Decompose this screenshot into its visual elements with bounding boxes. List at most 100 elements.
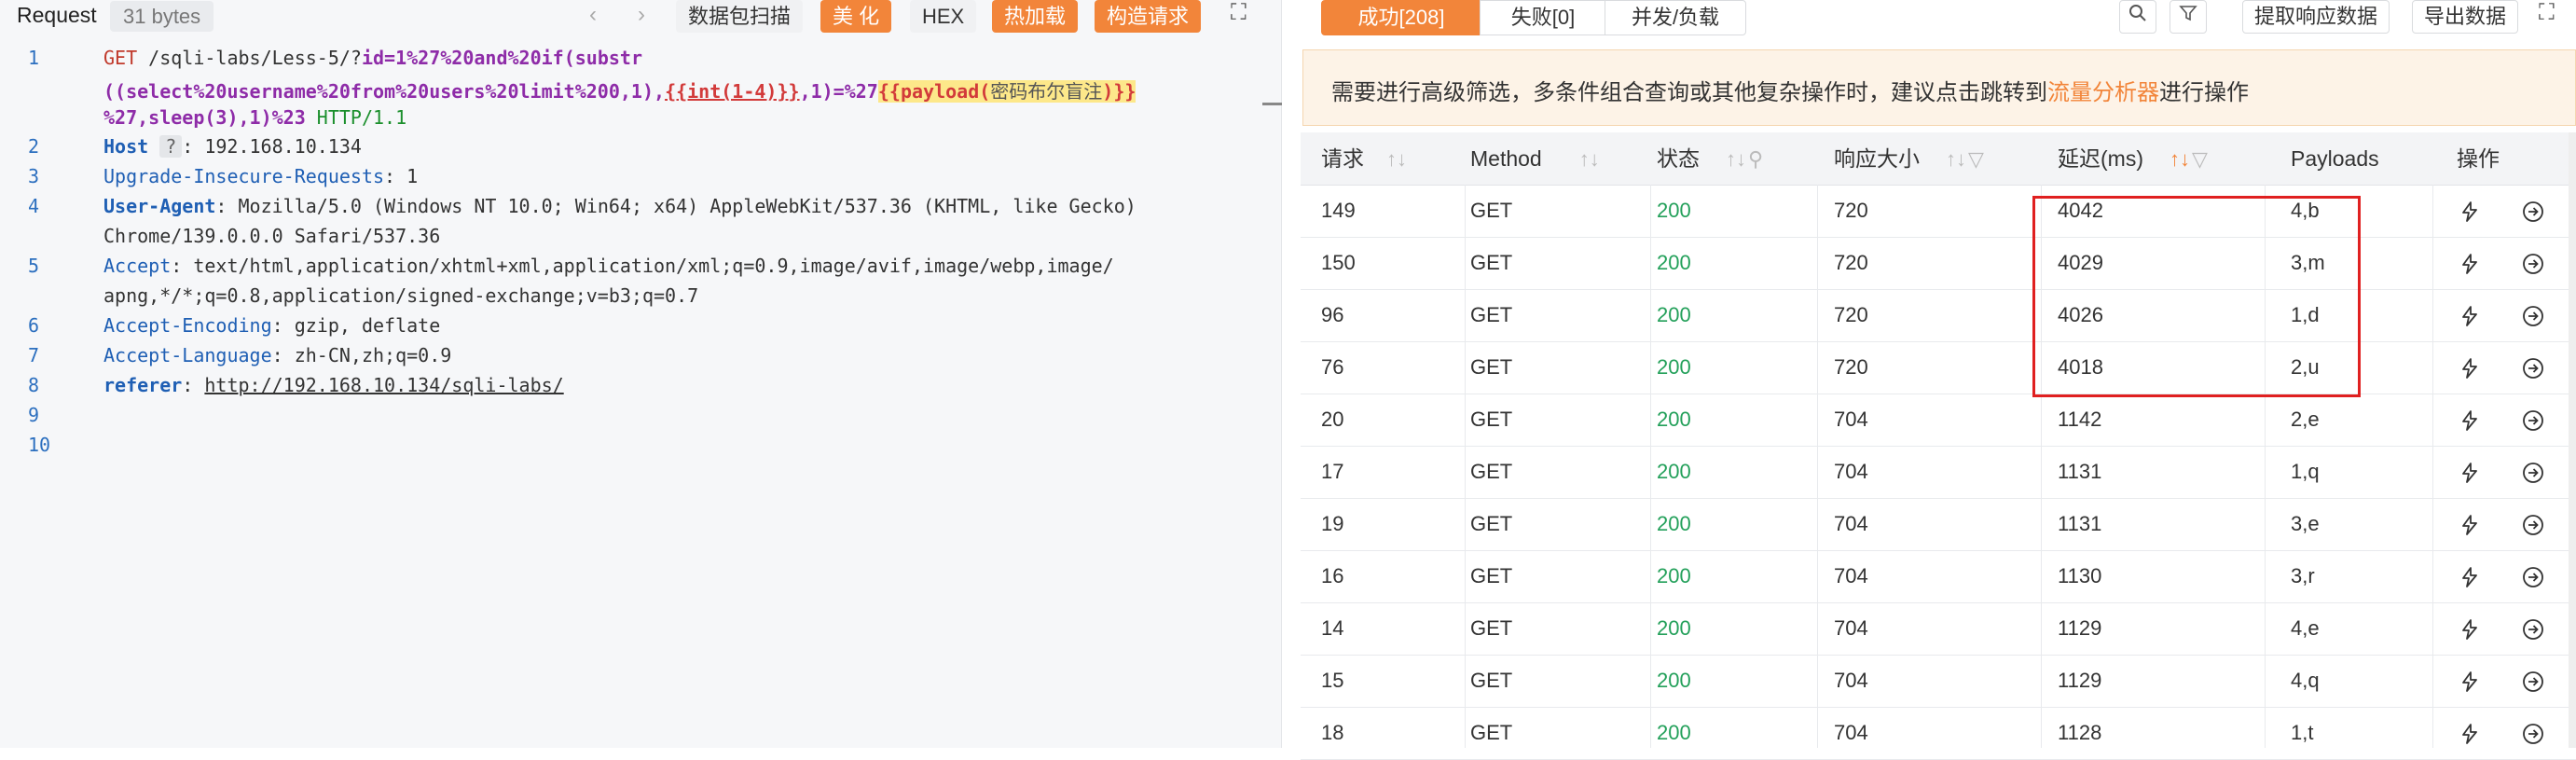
lightning-icon[interactable]	[2461, 550, 2478, 602]
sort-icon[interactable]: ↑↓	[1579, 147, 1600, 171]
header-value: Chrome/139.0.0.0 Safari/537.36	[103, 225, 441, 247]
arrow-right-circle-icon[interactable]	[2522, 550, 2544, 602]
arrow-right-circle-icon[interactable]	[2522, 707, 2544, 759]
beautify-button[interactable]: 美 化	[820, 0, 892, 33]
arrow-right-circle-icon[interactable]	[2522, 655, 2544, 707]
tab-success[interactable]: 成功[208]	[1321, 0, 1481, 35]
table-row[interactable]: 17 GET 200 704 1131 1,q	[1301, 446, 2576, 499]
lightning-icon[interactable]	[2461, 289, 2478, 341]
int-tag[interactable]: {{int(1-4)}}	[665, 80, 800, 103]
header-key: referer	[103, 374, 183, 396]
expand-icon[interactable]: ⛶	[1231, 0, 1247, 26]
table-row[interactable]: 76 GET 200 720 4018 2,u	[1301, 341, 2576, 394]
arrow-right-circle-icon[interactable]	[2522, 185, 2544, 237]
search-icon[interactable]: ⚲	[1748, 147, 1763, 171]
arrow-right-circle-icon[interactable]	[2522, 394, 2544, 446]
col-delay[interactable]: 延迟(ms) ↑↓▽	[2058, 132, 2208, 185]
arrow-right-circle-icon[interactable]	[2522, 498, 2544, 550]
filter-icon[interactable]: ▽	[1968, 147, 1984, 171]
cell-payload: 3,e	[2291, 512, 2320, 535]
export-data-button[interactable]: 导出数据	[2412, 0, 2519, 34]
header-value[interactable]: http://192.168.10.134/sqli-labs/	[204, 374, 563, 396]
filter-icon[interactable]	[2170, 0, 2207, 34]
cell-request: 20	[1321, 408, 1344, 431]
lightning-icon[interactable]	[2461, 655, 2478, 707]
tab-fail[interactable]: 失败[0]	[1480, 0, 1606, 35]
header-uir: Upgrade-Insecure-Requests: 1	[103, 165, 418, 187]
col-request[interactable]: 请求 ↑↓	[1321, 132, 1407, 185]
cell-payload: 2,e	[2291, 408, 2320, 431]
column-divider	[1817, 185, 1818, 748]
sort-icon[interactable]: ↑↓	[1946, 147, 1966, 171]
table-row[interactable]: 15 GET 200 704 1129 4,q	[1301, 655, 2576, 708]
table-row[interactable]: 150 GET 200 720 4029 3,m	[1301, 237, 2576, 290]
col-size[interactable]: 响应大小 ↑↓▽	[1834, 132, 1984, 185]
lightning-icon[interactable]	[2461, 602, 2478, 655]
request-param: ((select%20username%20from%20users%20lim…	[103, 80, 666, 103]
table-row[interactable]: 14 GET 200 704 1129 4,e	[1301, 602, 2576, 656]
sort-icon[interactable]: ↑↓	[1726, 147, 1746, 171]
arrow-right-circle-icon[interactable]	[2522, 602, 2544, 655]
col-label: 状态	[1657, 146, 1700, 171]
line-number: 1	[28, 47, 40, 69]
prev-icon[interactable]: ‹	[589, 2, 597, 28]
arrow-right-circle-icon[interactable]	[2522, 289, 2544, 341]
cell-status: 200	[1657, 669, 1691, 692]
lightning-icon[interactable]	[2461, 446, 2478, 498]
sort-desc-icon[interactable]: ↑↓	[2170, 147, 2190, 171]
search-icon[interactable]	[2119, 0, 2156, 34]
arrow-right-circle-icon[interactable]	[2522, 237, 2544, 289]
payload-tag-open[interactable]: {{payload(	[877, 80, 991, 103]
header-value: : 192.168.10.134	[182, 135, 362, 158]
hotload-button[interactable]: 热加载	[992, 0, 1079, 33]
cell-status: 200	[1657, 303, 1691, 326]
scan-button[interactable]: 数据包扫描	[676, 0, 804, 33]
payload-tag-name[interactable]: 密码布尔盲注	[990, 80, 1103, 103]
cell-size: 704	[1834, 721, 1868, 744]
lightning-icon[interactable]	[2461, 498, 2478, 550]
col-method[interactable]: Method ↑↓	[1470, 132, 1600, 185]
request-param: %27,sleep(3),1)%23	[103, 106, 306, 129]
table-row[interactable]: 19 GET 200 704 1131 3,e	[1301, 498, 2576, 551]
header-value: : gzip, deflate	[271, 314, 441, 337]
hex-button[interactable]: HEX	[910, 0, 977, 33]
sort-icon[interactable]: ↑↓	[1386, 147, 1407, 171]
request-path: /sqli-labs/Less-5/?	[137, 47, 362, 69]
col-label: Method	[1470, 146, 1542, 171]
table-row[interactable]: 96 GET 200 720 4026 1,d	[1301, 289, 2576, 342]
table-row[interactable]: 16 GET 200 704 1130 3,r	[1301, 550, 2576, 603]
next-icon[interactable]: ›	[638, 2, 645, 28]
header-ua: User-Agent: Mozilla/5.0 (Windows NT 10.0…	[103, 195, 1136, 217]
arrow-right-circle-icon[interactable]	[2522, 341, 2544, 394]
cell-delay: 1142	[2058, 408, 2102, 431]
header-language: Accept-Language: zh-CN,zh;q=0.9	[103, 344, 451, 366]
tab-concurrency[interactable]: 并发/负载	[1605, 0, 1746, 35]
build-request-button[interactable]: 构造请求	[1095, 0, 1202, 33]
traffic-analyzer-link[interactable]: 流量分析器	[2047, 80, 2159, 105]
header-key: User-Agent	[103, 195, 216, 217]
header-value: apng,*/*;q=0.8,application/signed-exchan…	[103, 284, 699, 307]
request-pane: Request 31 bytes ‹ › 数据包扫描 美 化 HEX 热加载 构…	[0, 0, 1285, 748]
lightning-icon[interactable]	[2461, 341, 2478, 394]
help-icon[interactable]: ?	[159, 135, 183, 158]
header-ua-cont: Chrome/139.0.0.0 Safari/537.36	[103, 225, 440, 247]
table-row[interactable]: 20 GET 200 704 1142 2,e	[1301, 394, 2576, 447]
lightning-icon[interactable]	[2461, 185, 2478, 237]
payload-tag-close[interactable]: )}}	[1102, 80, 1136, 103]
column-divider	[1650, 185, 1651, 748]
table-row[interactable]: 18 GET 200 704 1128 1,t	[1301, 707, 2576, 760]
lightning-icon[interactable]	[2461, 394, 2478, 446]
arrow-right-circle-icon[interactable]	[2522, 446, 2544, 498]
table-scrollbar[interactable]	[2569, 132, 2576, 748]
expand-icon[interactable]: ⛶	[2539, 0, 2555, 26]
extract-response-button[interactable]: 提取响应数据	[2242, 0, 2390, 34]
lightning-icon[interactable]	[2461, 237, 2478, 289]
col-status[interactable]: 状态 ↑↓⚲	[1657, 132, 1763, 185]
col-payloads: Payloads	[2291, 146, 2379, 171]
header-value: : zh-CN,zh;q=0.9	[271, 344, 452, 366]
header-key: Accept-Encoding	[103, 314, 272, 337]
filter-icon[interactable]: ▽	[2192, 147, 2208, 171]
table-row[interactable]: 149 GET 200 720 4042 4,b	[1301, 185, 2576, 238]
lightning-icon[interactable]	[2461, 707, 2478, 759]
cell-status: 200	[1657, 512, 1691, 535]
